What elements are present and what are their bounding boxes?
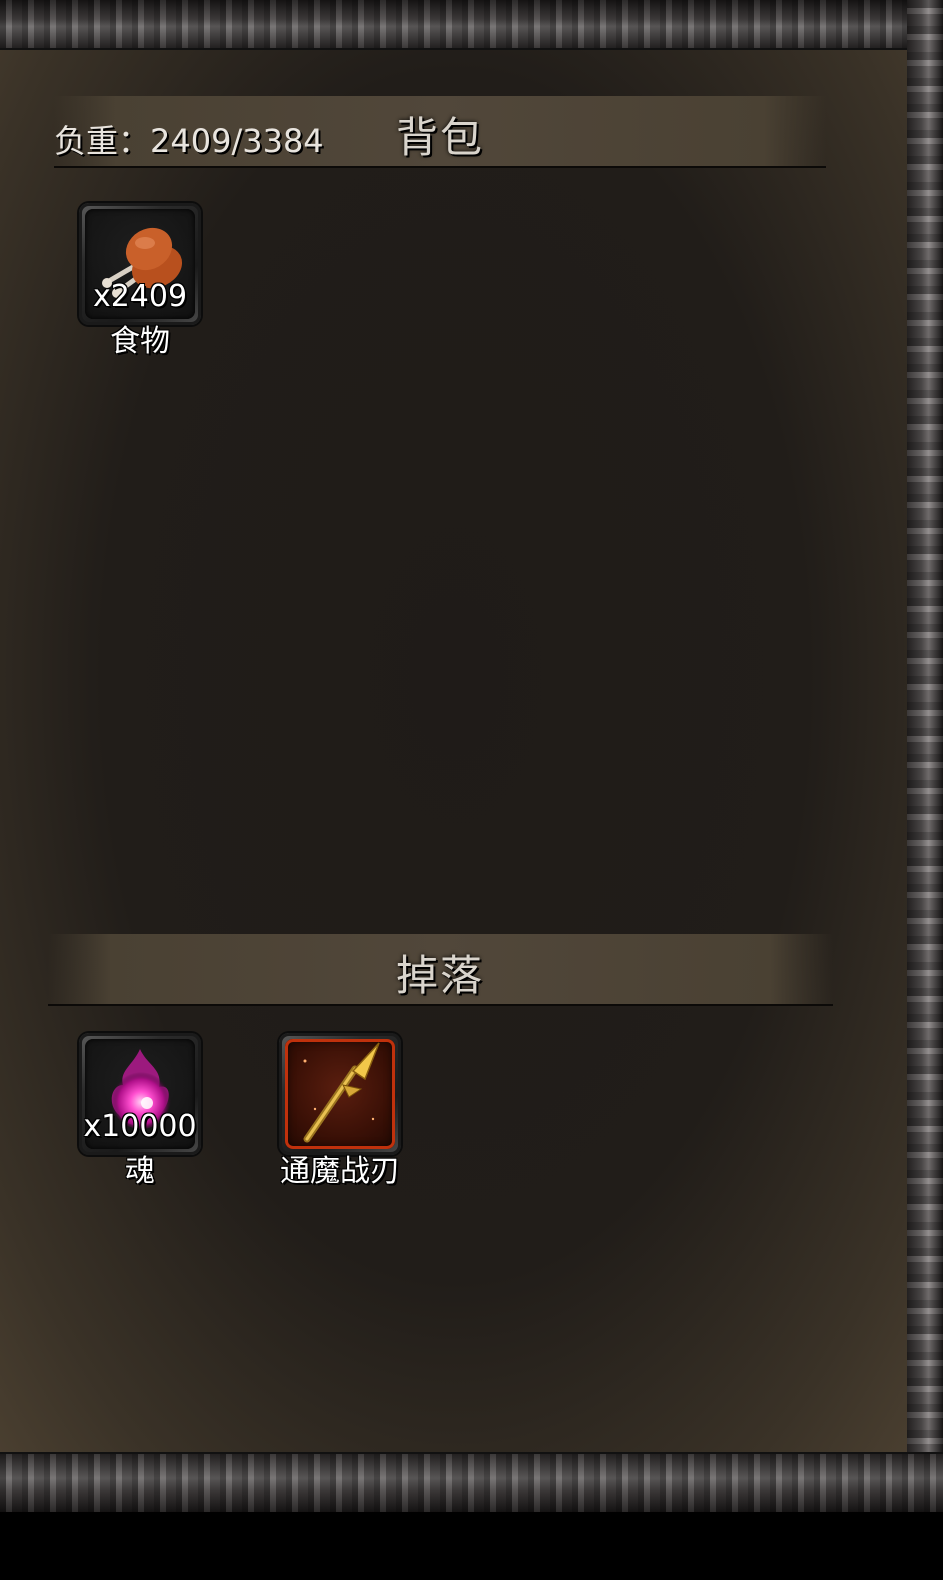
ornate-frame-right — [907, 0, 943, 1512]
item-name: 通魔战刃 — [280, 1154, 400, 1189]
item-quantity: x2409 — [92, 279, 188, 314]
drops-title: 掉落 — [396, 951, 485, 1000]
item-name: 魂 — [125, 1154, 155, 1189]
golden-spear-icon — [303, 1042, 380, 1143]
item-quantity: x10000 — [83, 1109, 197, 1144]
screen-bottom-bar — [0, 1512, 943, 1580]
backpack-item-slot[interactable]: x2409 — [79, 203, 201, 325]
inventory-panel: 背包 负重：2409/3384 x2409 食物 掉落 x10000 魂 通魔战… — [0, 0, 943, 1512]
drop-item-slot[interactable]: x10000 — [79, 1033, 201, 1155]
drop-item-slot[interactable] — [279, 1033, 401, 1155]
ornate-frame-top — [0, 0, 943, 50]
carry-weight: 负重：2409/3384 — [54, 122, 324, 160]
backpack-title: 背包 — [396, 113, 485, 162]
ornate-frame-bottom — [0, 1452, 943, 1512]
drops-header: 掉落 — [48, 934, 833, 1006]
item-name: 食物 — [110, 324, 170, 359]
